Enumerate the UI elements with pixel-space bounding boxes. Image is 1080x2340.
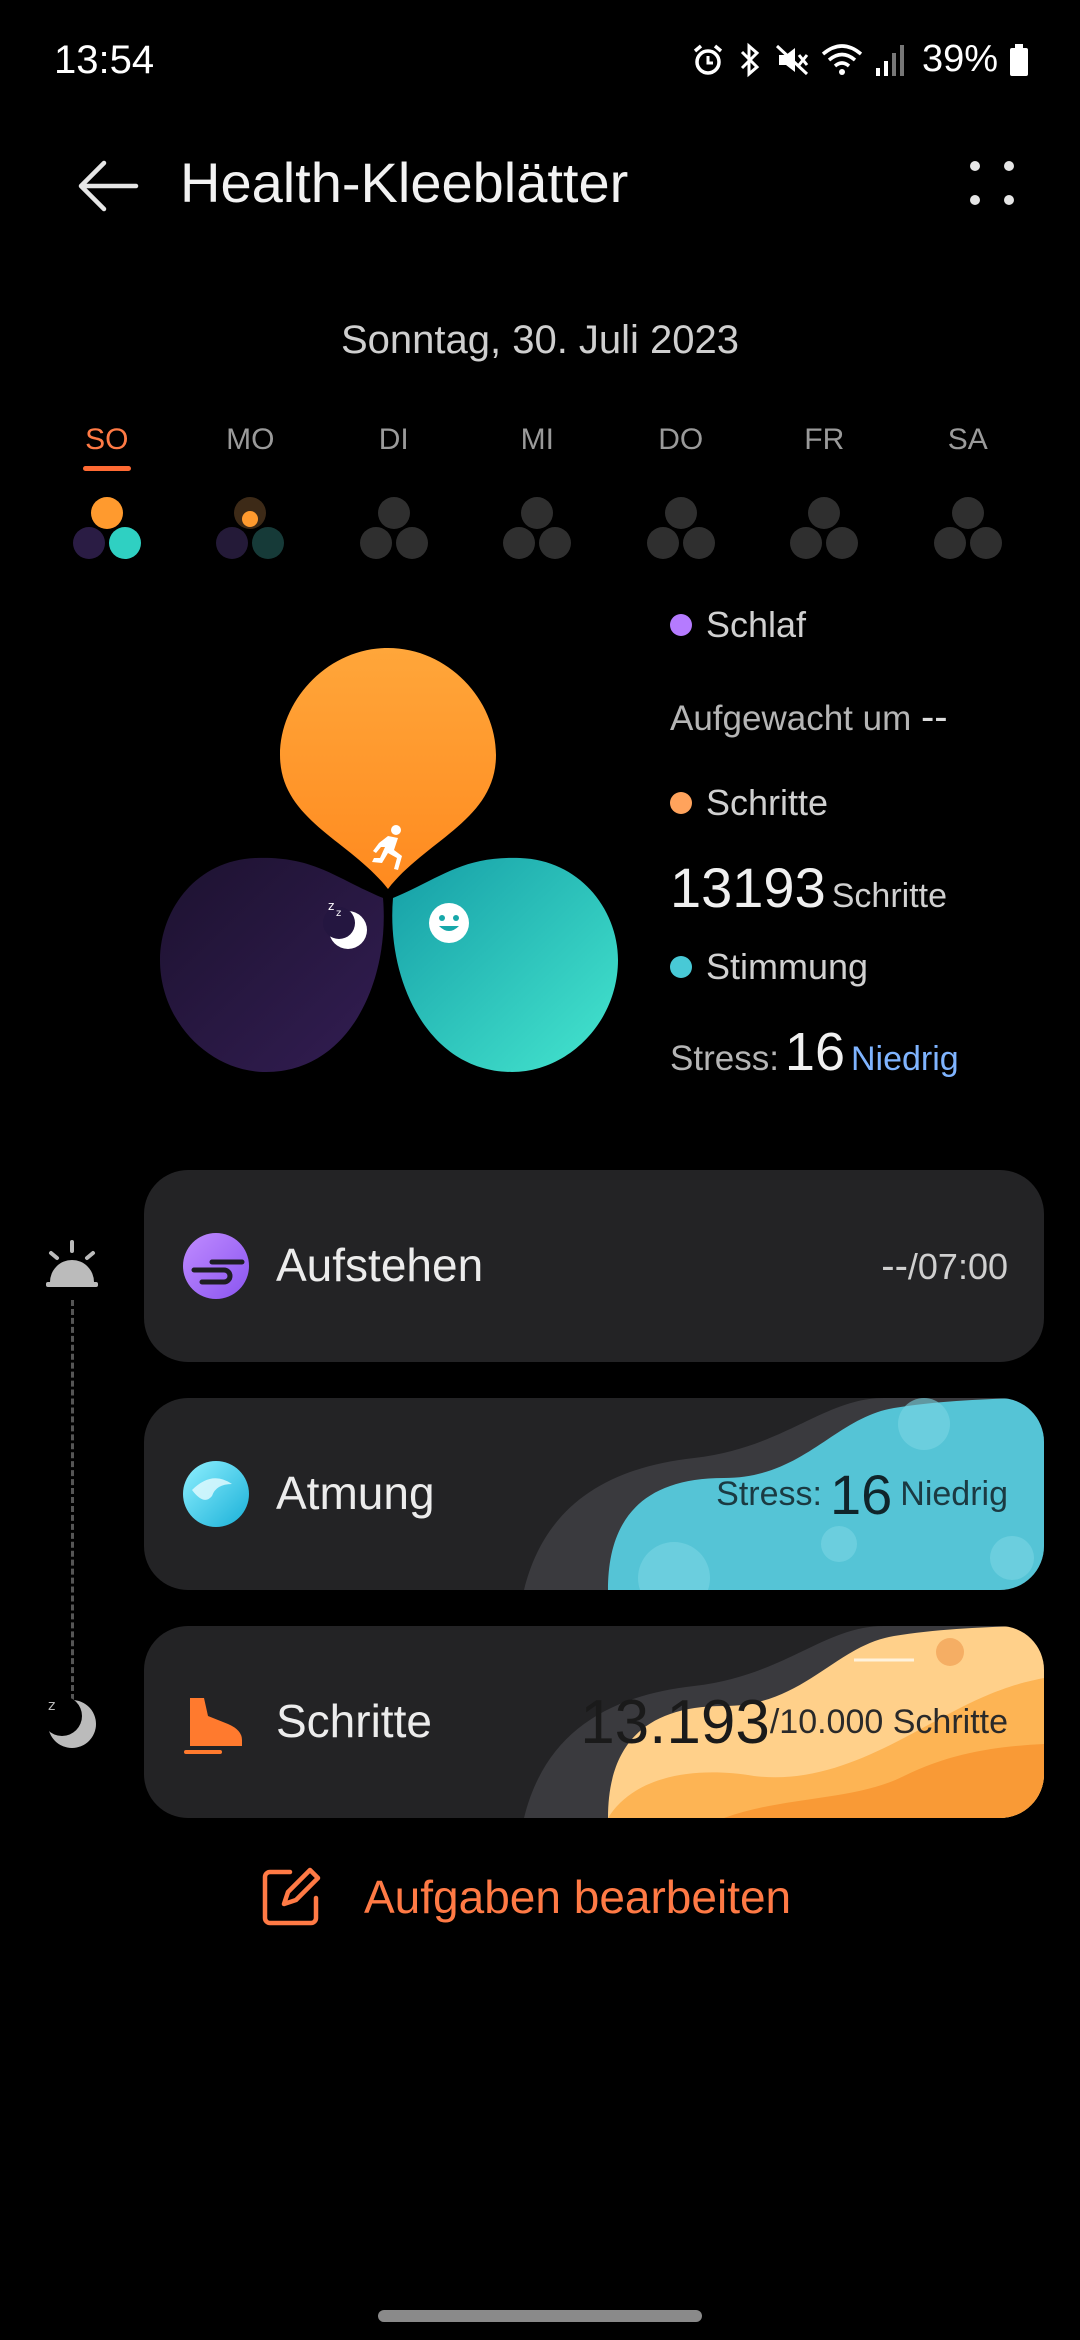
status-time: 13:54 [54, 38, 155, 82]
day-monday[interactable]: MO [179, 420, 323, 580]
day-active-underline [82, 466, 131, 471]
legend-sleep: Schlaf [670, 600, 1070, 650]
status-bar: 13:54 39% [0, 0, 1080, 120]
day-thursday[interactable]: DO [609, 420, 753, 580]
svg-text:z: z [328, 899, 334, 913]
moon-icon: z [44, 1696, 96, 1748]
card-aufstehen[interactable]: Aufstehen --/07:00 [144, 1170, 1044, 1362]
signal-icon [875, 44, 904, 76]
edit-icon [262, 1867, 321, 1926]
smiley-icon [429, 903, 469, 943]
legend-steps: Schritte [670, 778, 1070, 828]
sleep-wake-time: Aufgewacht um -- [670, 695, 948, 739]
sunrise-icon [46, 1240, 98, 1287]
timeline-line [71, 1300, 74, 1700]
day-friday[interactable]: FR [753, 420, 897, 580]
home-indicator[interactable] [378, 2310, 702, 2322]
battery-percent: 39% [921, 38, 998, 80]
day-wednesday[interactable]: MI [466, 420, 610, 580]
more-button[interactable] [954, 150, 1030, 226]
card-schritte[interactable]: Schritte 13.193/10.000 Schritte [144, 1626, 1044, 1818]
mood-dot [670, 956, 692, 978]
edit-tasks-label: Aufgaben bearbeiten [364, 1871, 792, 1923]
card-title: Atmung [276, 1467, 435, 1519]
sleep-dot [670, 614, 692, 636]
status-icons: 39% [690, 38, 1030, 81]
day-label: DO [658, 423, 704, 456]
card-title: Schritte [276, 1695, 432, 1747]
day-label: FR [804, 423, 845, 456]
page-title: Health-Kleeblätter [180, 151, 629, 214]
clover-icon [933, 497, 1002, 559]
wake-up-icon [183, 1233, 249, 1299]
alarm-icon [693, 44, 723, 75]
clover-icon [359, 497, 428, 559]
edit-tasks-button[interactable]: Aufgaben bearbeiten [260, 1862, 791, 1932]
shoe-icon [184, 1698, 242, 1754]
steps-progress-value: 13.193/10.000 Schritte [580, 1687, 1008, 1757]
svg-text:z: z [336, 908, 341, 919]
more-dots-icon [970, 161, 1014, 205]
date-label: Sonntag, 30. Juli 2023 [340, 318, 740, 362]
day-label: SA [947, 423, 988, 456]
day-label: MO [226, 423, 275, 456]
clover-icon [503, 497, 572, 559]
clover-icon [790, 497, 859, 559]
day-label: MI [520, 423, 554, 456]
wake-time-value: --/07:00 [881, 1243, 1008, 1288]
day-label: SO [85, 423, 129, 456]
mute-icon [775, 44, 809, 75]
card-atmung[interactable]: Atmung Stress: 16 Niedrig [144, 1398, 1044, 1590]
card-title: Aufstehen [276, 1239, 484, 1291]
back-button[interactable] [70, 148, 146, 224]
bluetooth-icon [740, 42, 760, 77]
svg-text:z: z [48, 1698, 55, 1714]
breathing-stress-value: Stress: 16 Niedrig [716, 1462, 1008, 1526]
clover-icon [646, 497, 715, 559]
breathing-icon [183, 1461, 249, 1527]
mood-petal [392, 857, 618, 1072]
clover-icon [216, 497, 285, 559]
day-sunday[interactable]: SO [35, 420, 179, 580]
legend-mood: Stimmung [670, 942, 1070, 992]
steps-summary: 13193 Schritte [670, 856, 947, 919]
clover-legend: Schlaf Aufgewacht um -- Schritte 13193 Sc… [670, 600, 1070, 1084]
week-selector: SO MO DI MI DO FR SA [35, 420, 1040, 580]
clover-icon [72, 497, 141, 559]
steps-dot [670, 792, 692, 814]
stress-summary: Stress: 16 Niedrig [670, 1022, 959, 1082]
day-label: DI [378, 423, 409, 456]
sleep-petal [160, 857, 384, 1072]
wifi-icon [821, 43, 863, 75]
arrow-left-icon [78, 160, 139, 212]
day-saturday[interactable]: SA [896, 420, 1040, 580]
health-clover-graphic[interactable]: z z [150, 640, 630, 1080]
battery-icon [1010, 43, 1028, 76]
day-tuesday[interactable]: DI [322, 420, 466, 580]
